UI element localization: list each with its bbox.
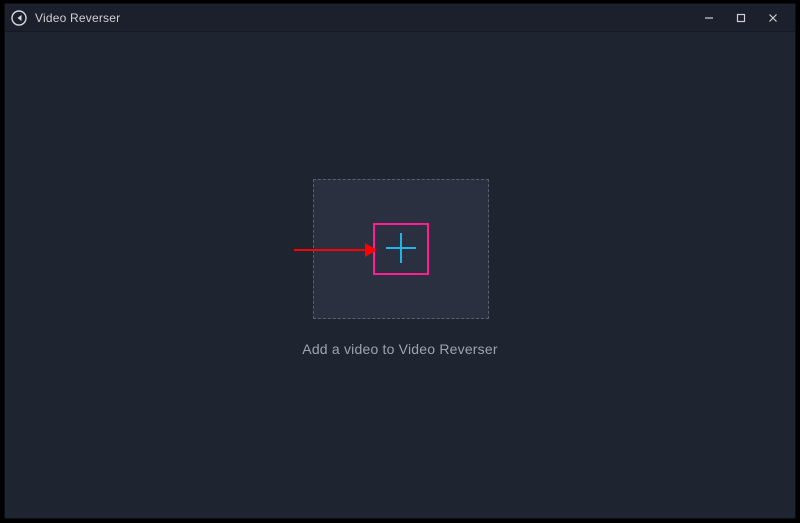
content-area: Add a video to Video Reverser [5, 32, 795, 518]
annotation-arrow-line [294, 249, 370, 251]
annotation-arrow-head-icon [365, 243, 377, 257]
dropzone-caption: Add a video to Video Reverser [5, 341, 795, 357]
app-title: Video Reverser [35, 11, 120, 25]
plus-icon [383, 230, 419, 266]
add-video-button[interactable] [383, 230, 419, 266]
titlebar[interactable]: Video Reverser [5, 4, 795, 32]
maximize-button[interactable] [725, 4, 757, 31]
reverse-icon [11, 10, 27, 26]
app-window: Video Reverser Add a video to Video Reve… [4, 3, 796, 519]
minimize-button[interactable] [693, 4, 725, 31]
close-button[interactable] [757, 4, 789, 31]
